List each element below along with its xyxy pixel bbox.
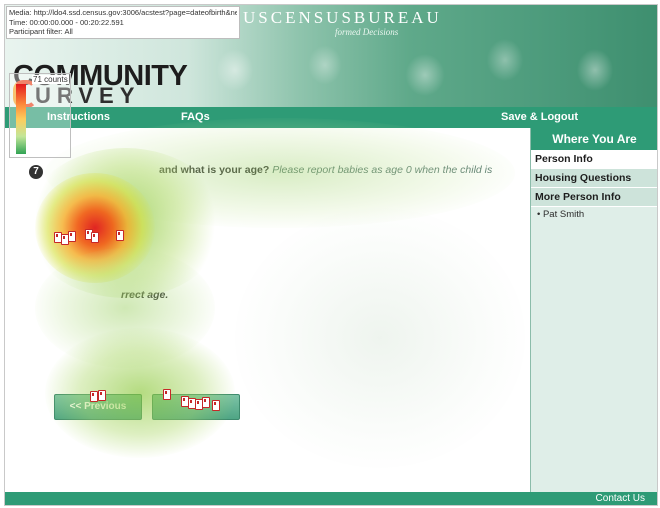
heat-blob-hotspot — [35, 173, 155, 283]
click-marker — [90, 391, 98, 402]
click-marker — [163, 389, 171, 400]
sidebar-item-more-person-info[interactable]: More Person Info — [531, 188, 657, 207]
heat-blob-right-haze — [235, 208, 525, 468]
top-nav: Instructions FAQs Save & Logout — [5, 107, 657, 128]
click-marker — [98, 390, 106, 401]
app-frame: USCENSUSBUREAU formed Decisions COMMUNIT… — [4, 4, 658, 506]
question-number: 7 — [29, 165, 43, 179]
heatmap-legend-label: 71 counts — [32, 75, 69, 84]
media-url: Media: http://ldo4.ssd.census.gov:3006/a… — [9, 8, 237, 17]
correct-age-text: rrect age. — [121, 289, 169, 301]
nav-save-logout[interactable]: Save & Logout — [501, 111, 578, 123]
heatmap-legend: 71 counts — [9, 73, 71, 158]
click-marker — [212, 400, 220, 411]
participant-filter: Participant filter: All — [9, 27, 73, 36]
click-marker — [68, 231, 76, 242]
heat-blob-buttons — [45, 328, 235, 458]
sidebar-item-person-info[interactable]: Person Info — [531, 150, 657, 169]
question-text: and what is your age? Please report babi… — [159, 164, 492, 176]
footer-bar: Contact Us — [5, 492, 657, 505]
question-text-hint: Please report babies as age 0 when the c… — [272, 164, 493, 176]
contact-us-link[interactable]: Contact Us — [596, 493, 645, 504]
census-bureau-tagline: formed Decisions — [335, 27, 399, 37]
sidebar-subitem-pat-smith[interactable]: • Pat Smith — [531, 207, 657, 223]
banner-photo — [175, 25, 657, 107]
heatmap-legend-gradient — [16, 84, 26, 154]
main-content: 7 and what is your age? Please report ba… — [5, 118, 530, 492]
click-marker — [116, 230, 124, 241]
sidebar-item-housing-questions[interactable]: Housing Questions — [531, 169, 657, 188]
click-marker — [91, 232, 99, 243]
where-you-are-sidebar: Where You Are Person Info Housing Questi… — [530, 128, 657, 492]
sidebar-title: Where You Are — [531, 128, 657, 150]
nav-faqs[interactable]: FAQs — [181, 111, 210, 123]
heatmap-overlay — [5, 118, 530, 492]
click-marker — [202, 397, 210, 408]
heat-blob-middle — [35, 248, 215, 368]
time-range: Time: 00:00:00.000 - 00:20:22.591 — [9, 17, 124, 27]
recording-meta: Media: http://ldo4.ssd.census.gov:3006/a… — [6, 6, 240, 39]
census-bureau-title: USCENSUSBUREAU — [243, 8, 442, 27]
question-text-main: and what is your age? — [159, 164, 270, 176]
